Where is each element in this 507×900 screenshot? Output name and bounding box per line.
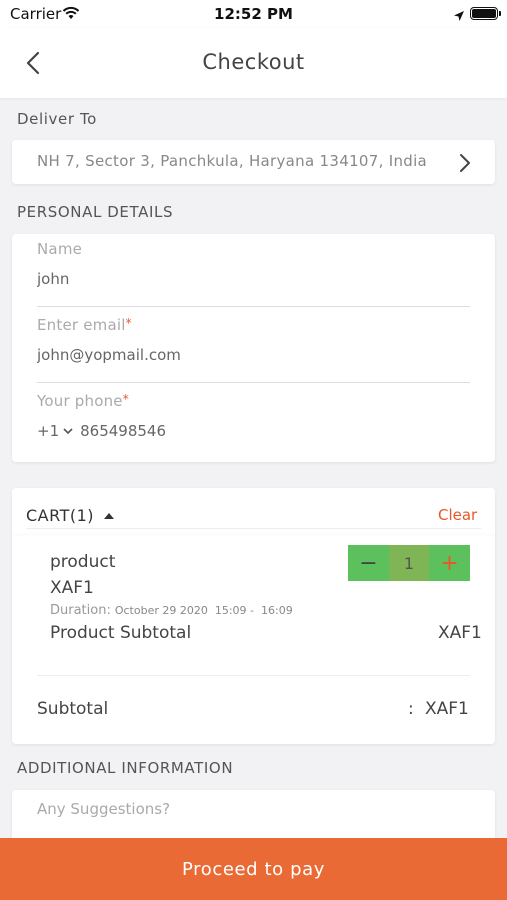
- name-field: Name: [37, 240, 470, 307]
- additional-information-label: ADDITIONAL INFORMATION: [17, 759, 234, 777]
- increase-quantity-button[interactable]: +: [429, 545, 470, 581]
- location-arrow-icon: [453, 7, 465, 26]
- nav-bar: Checkout: [0, 28, 507, 98]
- divider: [37, 675, 470, 676]
- item-price: XAF1: [50, 578, 94, 598]
- status-bar: Carrier 12:52 PM: [0, 0, 507, 28]
- country-code-selector[interactable]: +1: [37, 422, 80, 440]
- country-code: +1: [37, 422, 60, 440]
- item-name: product: [50, 552, 116, 572]
- email-field: Enter email*: [37, 316, 470, 383]
- phone-label: Your phone*: [37, 392, 129, 410]
- item-duration: Duration: October 29 2020 15:09 - 16:09: [50, 603, 293, 618]
- battery-icon: [470, 7, 501, 20]
- duration-value: October 29 2020 15:09 - 16:09: [114, 604, 293, 617]
- chevron-down-icon: [63, 428, 73, 435]
- cart-item-shadow: [12, 532, 495, 533]
- required-mark: *: [125, 316, 132, 330]
- phone-field: Your phone* +1 865498546: [37, 392, 470, 440]
- deliver-to-label: Deliver To: [17, 110, 97, 128]
- personal-details-label: PERSONAL DETAILS: [17, 203, 174, 221]
- caret-up-icon: [104, 512, 115, 519]
- cart-toggle[interactable]: CART(1): [26, 506, 115, 525]
- cart-card: CART(1) Clear product XAF1 Duration: Octo…: [12, 488, 495, 744]
- divider: [37, 382, 470, 383]
- quantity-value: 1: [389, 545, 429, 581]
- email-input[interactable]: [37, 346, 470, 364]
- cart-title: CART(1): [26, 506, 95, 525]
- delivery-address: NH 7, Sector 3, Panchkula, Haryana 13410…: [37, 152, 428, 170]
- suggestions-input[interactable]: [37, 800, 470, 818]
- divider: [26, 528, 481, 529]
- phone-input[interactable]: 865498546: [80, 422, 166, 440]
- product-subtotal-label: Product Subtotal: [50, 623, 192, 643]
- chevron-right-icon: [458, 153, 472, 177]
- duration-label: Duration:: [50, 603, 111, 618]
- page-title: Checkout: [202, 50, 305, 74]
- name-label: Name: [37, 240, 83, 258]
- phone-row: +1 865498546: [37, 422, 470, 440]
- address-selector[interactable]: NH 7, Sector 3, Panchkula, Haryana 13410…: [12, 140, 495, 184]
- subtotal-label: Subtotal: [37, 699, 109, 719]
- divider: [37, 306, 470, 307]
- name-input[interactable]: [37, 270, 470, 288]
- subtotal-value: XAF1: [425, 699, 469, 719]
- clock: 12:52 PM: [214, 5, 293, 23]
- required-mark: *: [122, 392, 129, 406]
- decrease-quantity-button[interactable]: −: [348, 545, 389, 581]
- subtotal-colon: :: [408, 699, 414, 719]
- email-label: Enter email*: [37, 316, 132, 334]
- proceed-to-pay-button[interactable]: Proceed to pay: [0, 838, 507, 900]
- clear-cart-button[interactable]: Clear: [438, 506, 477, 524]
- quantity-stepper: − 1 +: [348, 545, 470, 581]
- personal-details-card: Name Enter email* Your phone* +1 8654985…: [12, 234, 495, 462]
- product-subtotal-value: XAF1: [438, 623, 482, 643]
